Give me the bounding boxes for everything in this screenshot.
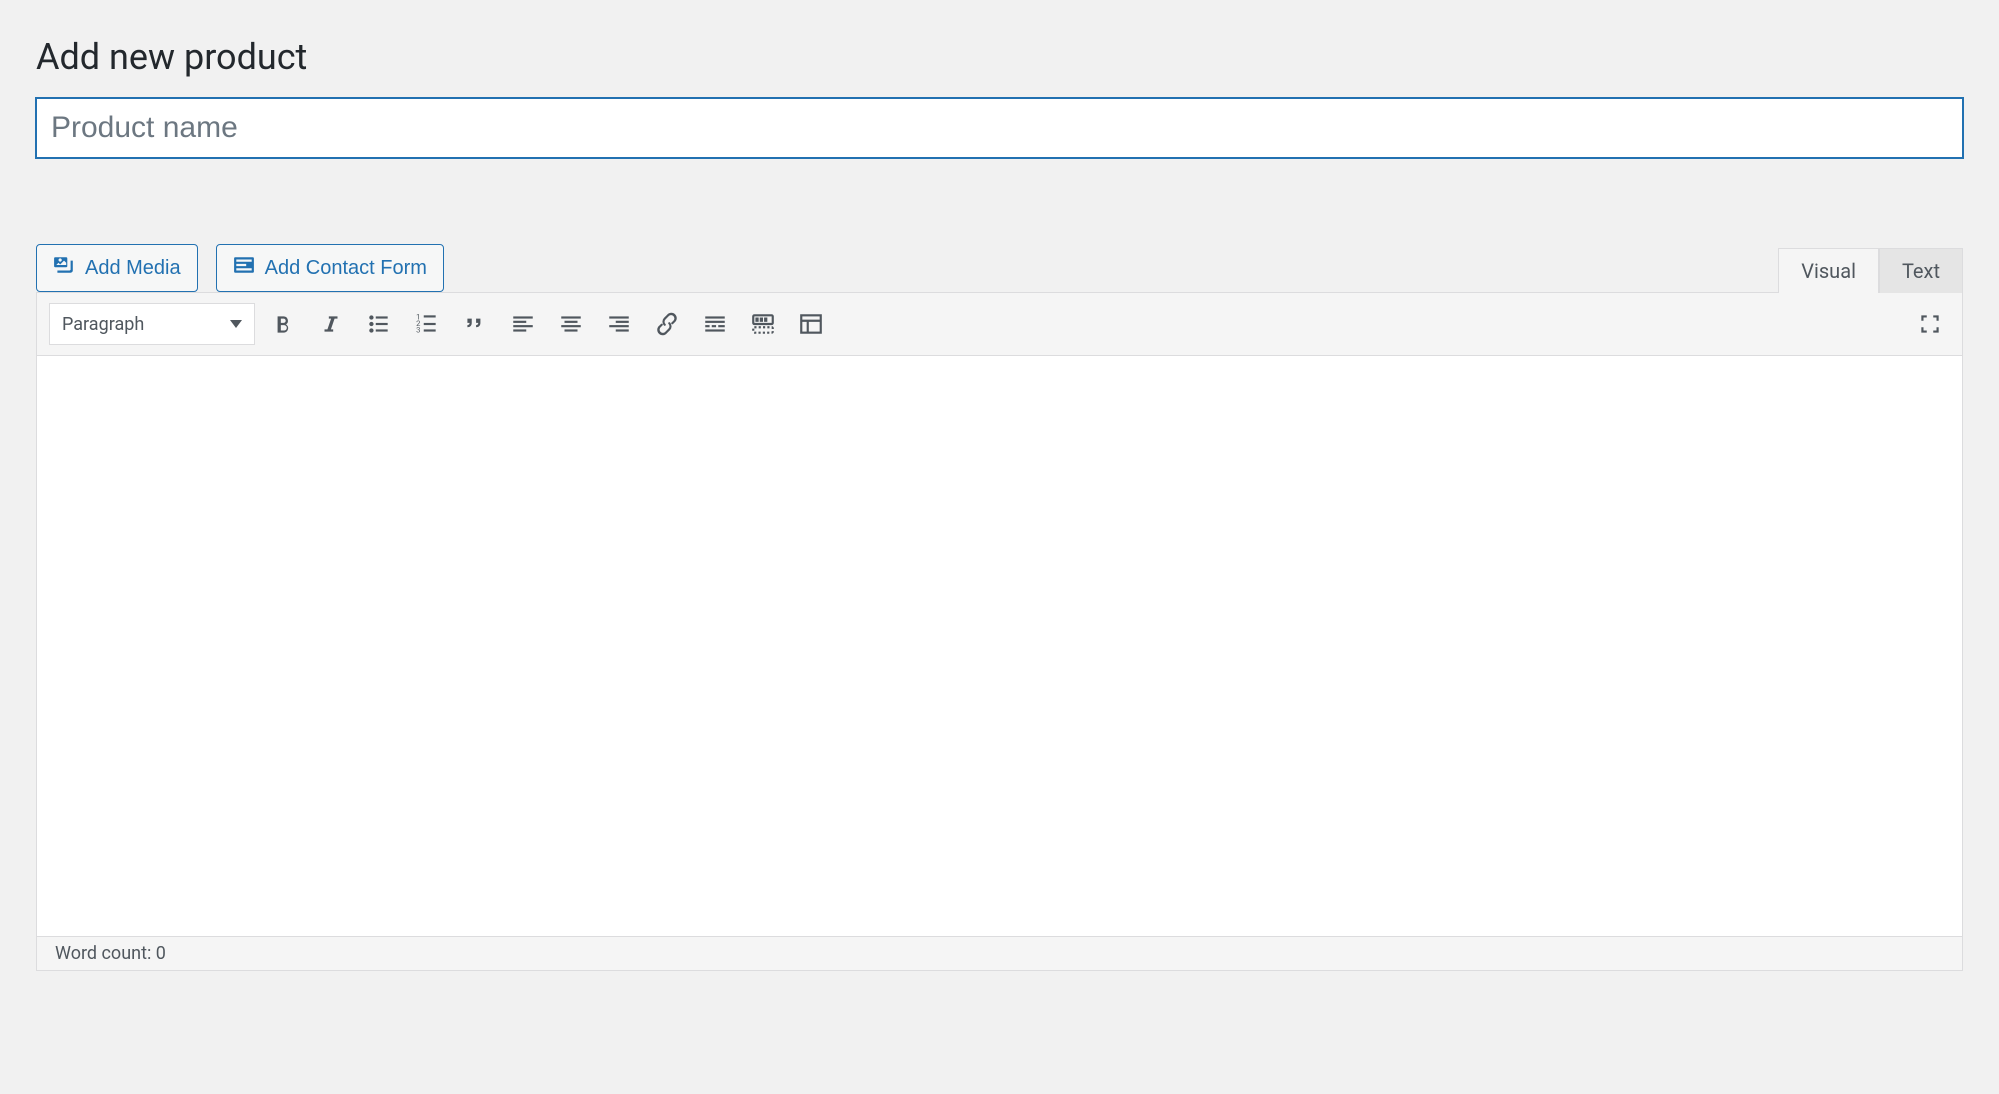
format-select[interactable]: Paragraph [49,303,255,345]
chevron-down-icon [230,320,242,328]
form-icon [233,254,255,282]
align-left-icon [510,311,536,337]
word-count-value: 0 [156,943,166,964]
toolbar-toggle-icon [750,311,776,337]
align-right-button[interactable] [599,304,639,344]
svg-text:3: 3 [416,326,420,335]
numbered-list-button[interactable]: 123 [407,304,447,344]
bold-button[interactable] [263,304,303,344]
bold-icon [270,311,296,337]
editor-status-bar: Word count: 0 [37,936,1962,970]
fullscreen-button[interactable] [1910,304,1950,344]
word-count-label: Word count: [55,943,156,964]
align-left-button[interactable] [503,304,543,344]
blockquote-button[interactable] [455,304,495,344]
insert-more-button[interactable] [695,304,735,344]
page-title: Add new product [36,36,1963,78]
bullet-list-button[interactable] [359,304,399,344]
table-button[interactable] [791,304,831,344]
editor-mode-tabs: Visual Text [1778,247,1963,292]
align-center-icon [558,311,584,337]
align-center-button[interactable] [551,304,591,344]
insert-more-icon [702,311,728,337]
tab-visual[interactable]: Visual [1778,248,1879,293]
numbered-list-icon: 123 [414,311,440,337]
link-button[interactable] [647,304,687,344]
add-media-label: Add Media [85,257,181,280]
product-name-input[interactable] [36,98,1963,158]
bullet-list-icon [366,311,392,337]
link-icon [654,311,680,337]
fullscreen-icon [1917,311,1943,337]
tab-text[interactable]: Text [1879,248,1963,293]
toolbar-toggle-button[interactable] [743,304,783,344]
add-contact-form-button[interactable]: Add Contact Form [216,244,444,292]
italic-icon [318,311,344,337]
table-icon [798,311,824,337]
add-media-button[interactable]: Add Media [36,244,198,292]
align-right-icon [606,311,632,337]
format-select-label: Paragraph [62,314,144,335]
media-icon [53,254,75,282]
add-contact-form-label: Add Contact Form [265,257,427,280]
editor-toolbar: Paragraph 123 [37,293,1962,356]
editor-container: Paragraph 123 [36,292,1963,971]
blockquote-icon [462,311,488,337]
italic-button[interactable] [311,304,351,344]
editor-content-area[interactable] [37,356,1962,936]
